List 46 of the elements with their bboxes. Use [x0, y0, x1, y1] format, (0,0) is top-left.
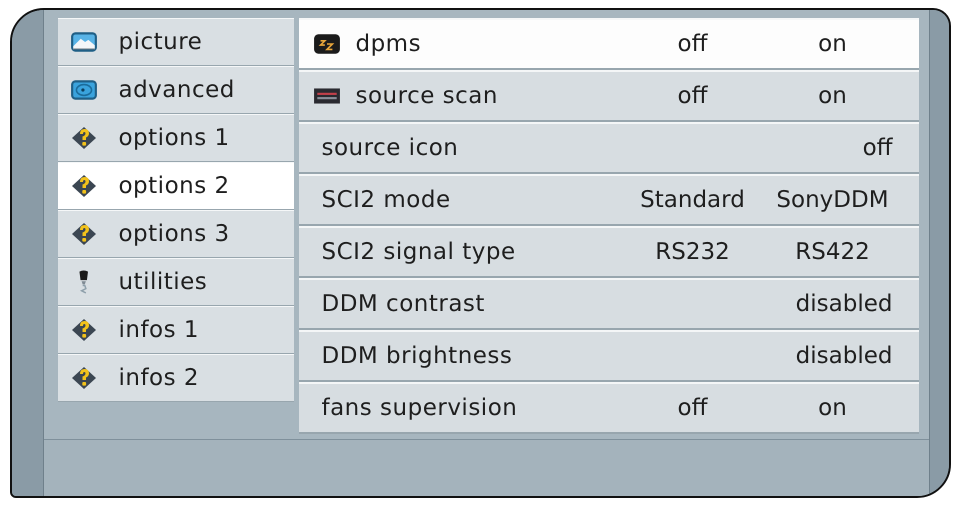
option-value[interactable]: disabled	[622, 343, 902, 369]
option-value[interactable]: RS422	[762, 239, 902, 265]
setting-label: SCI2 mode	[321, 187, 451, 213]
option-value[interactable]: on	[762, 31, 902, 57]
setting-label: dpms	[355, 31, 422, 57]
bulb-icon	[79, 270, 90, 294]
setting-row[interactable]: SCI2 mode Standard SonyDDM	[299, 174, 920, 226]
setting-label: SCI2 signal type	[321, 239, 516, 265]
option-value[interactable]: off	[622, 83, 762, 109]
setting-label: DDM brightness	[321, 343, 512, 369]
menu-tab[interactable]: infos 1	[58, 306, 294, 354]
setting-row[interactable]: source scan off on	[299, 70, 920, 122]
option-value[interactable]: SonyDDM	[762, 187, 902, 213]
question-icon	[70, 318, 98, 342]
setting-row[interactable]: SCI2 signal type RS232 RS422	[299, 226, 920, 278]
mountain-icon	[70, 30, 98, 54]
menu-tab[interactable]: infos 2	[58, 354, 294, 402]
question-icon	[70, 174, 98, 198]
menu-tab[interactable]: utilities	[58, 258, 294, 306]
setting-label: source icon	[321, 135, 458, 161]
setting-label: fans supervision	[321, 395, 518, 421]
menu-tab[interactable]: options 3	[58, 210, 294, 258]
question-icon	[70, 222, 98, 246]
option-value[interactable]: off	[622, 31, 762, 57]
setting-row[interactable]: DDM brightness disabled	[299, 330, 920, 382]
setting-row[interactable]: source icon off	[299, 122, 920, 174]
setting-label: DDM contrast	[321, 291, 485, 317]
setting-label: source scan	[355, 83, 498, 109]
option-value[interactable]: on	[762, 395, 902, 421]
option-value[interactable]: disabled	[622, 291, 902, 317]
lens-icon	[70, 78, 98, 102]
setting-row[interactable]: DDM contrast disabled	[299, 278, 920, 330]
option-value[interactable]: off	[622, 135, 902, 161]
option-value[interactable]: RS232	[622, 239, 762, 265]
setting-row[interactable]: dpms off on	[299, 18, 920, 70]
menu-tab[interactable]: options 1	[58, 114, 294, 162]
question-icon	[70, 126, 98, 150]
menu-tab[interactable]: advanced	[58, 66, 294, 114]
menu-tab[interactable]: options 2	[58, 162, 294, 210]
question-icon	[70, 366, 98, 390]
option-value[interactable]: on	[762, 83, 902, 109]
option-value[interactable]: Standard	[622, 187, 762, 213]
sleep-icon	[313, 32, 342, 56]
menu-tab[interactable]: picture	[58, 18, 294, 66]
option-value[interactable]: off	[622, 395, 762, 421]
setting-row[interactable]: fans supervision off on	[299, 382, 920, 434]
